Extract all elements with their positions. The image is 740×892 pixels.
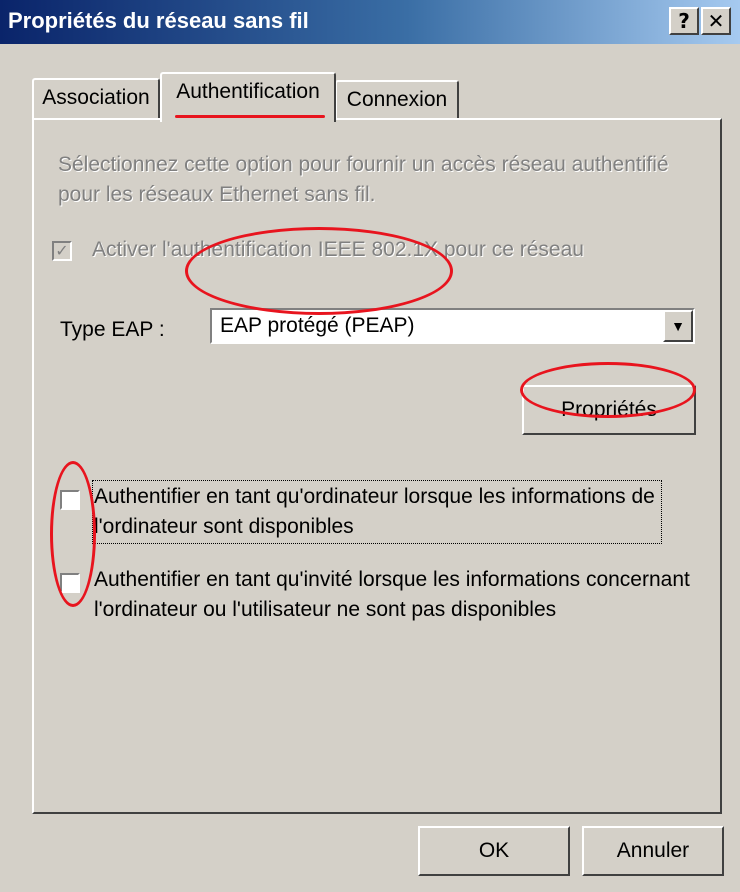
cancel-button[interactable]: Annuler bbox=[582, 826, 724, 876]
title-bar: Propriétés du réseau sans fil ? ✕ bbox=[0, 0, 740, 44]
tab-highlight-underline bbox=[175, 115, 325, 118]
properties-button[interactable]: Propriétés bbox=[522, 385, 696, 435]
enable-8021x-label: Activer l'authentification IEEE 802.1X p… bbox=[92, 238, 584, 261]
eap-type-select[interactable]: EAP protégé (PEAP) ▼ bbox=[210, 308, 695, 344]
tab-authentification[interactable]: Authentification bbox=[160, 72, 336, 122]
ok-button[interactable]: OK bbox=[418, 826, 570, 876]
eap-type-value: EAP protégé (PEAP) bbox=[220, 314, 415, 337]
auth-as-guest-label: Authentifier en tant qu'invité lorsque l… bbox=[94, 568, 690, 621]
auth-description: Sélectionnez cette option pour fournir u… bbox=[58, 153, 669, 206]
window-title: Propriétés du réseau sans fil bbox=[8, 8, 309, 33]
help-button[interactable]: ? bbox=[669, 7, 699, 35]
enable-8021x-checkbox[interactable]: ✓ bbox=[52, 241, 72, 261]
eap-type-label: Type EAP : bbox=[60, 318, 165, 341]
auth-as-computer-checkbox[interactable] bbox=[60, 490, 80, 510]
chevron-down-icon[interactable]: ▼ bbox=[663, 310, 693, 342]
auth-as-guest-checkbox[interactable] bbox=[60, 573, 80, 593]
dialog-body: Association Authentification Connexion S… bbox=[0, 44, 740, 892]
close-button[interactable]: ✕ bbox=[701, 7, 731, 35]
tab-association[interactable]: Association bbox=[32, 78, 160, 118]
tab-authentification-label: Authentification bbox=[176, 80, 320, 103]
auth-as-computer-label: Authentifier en tant qu'ordinateur lorsq… bbox=[94, 485, 655, 538]
tab-connexion[interactable]: Connexion bbox=[335, 80, 459, 120]
tab-panel-authentification: Sélectionnez cette option pour fournir u… bbox=[32, 118, 722, 814]
